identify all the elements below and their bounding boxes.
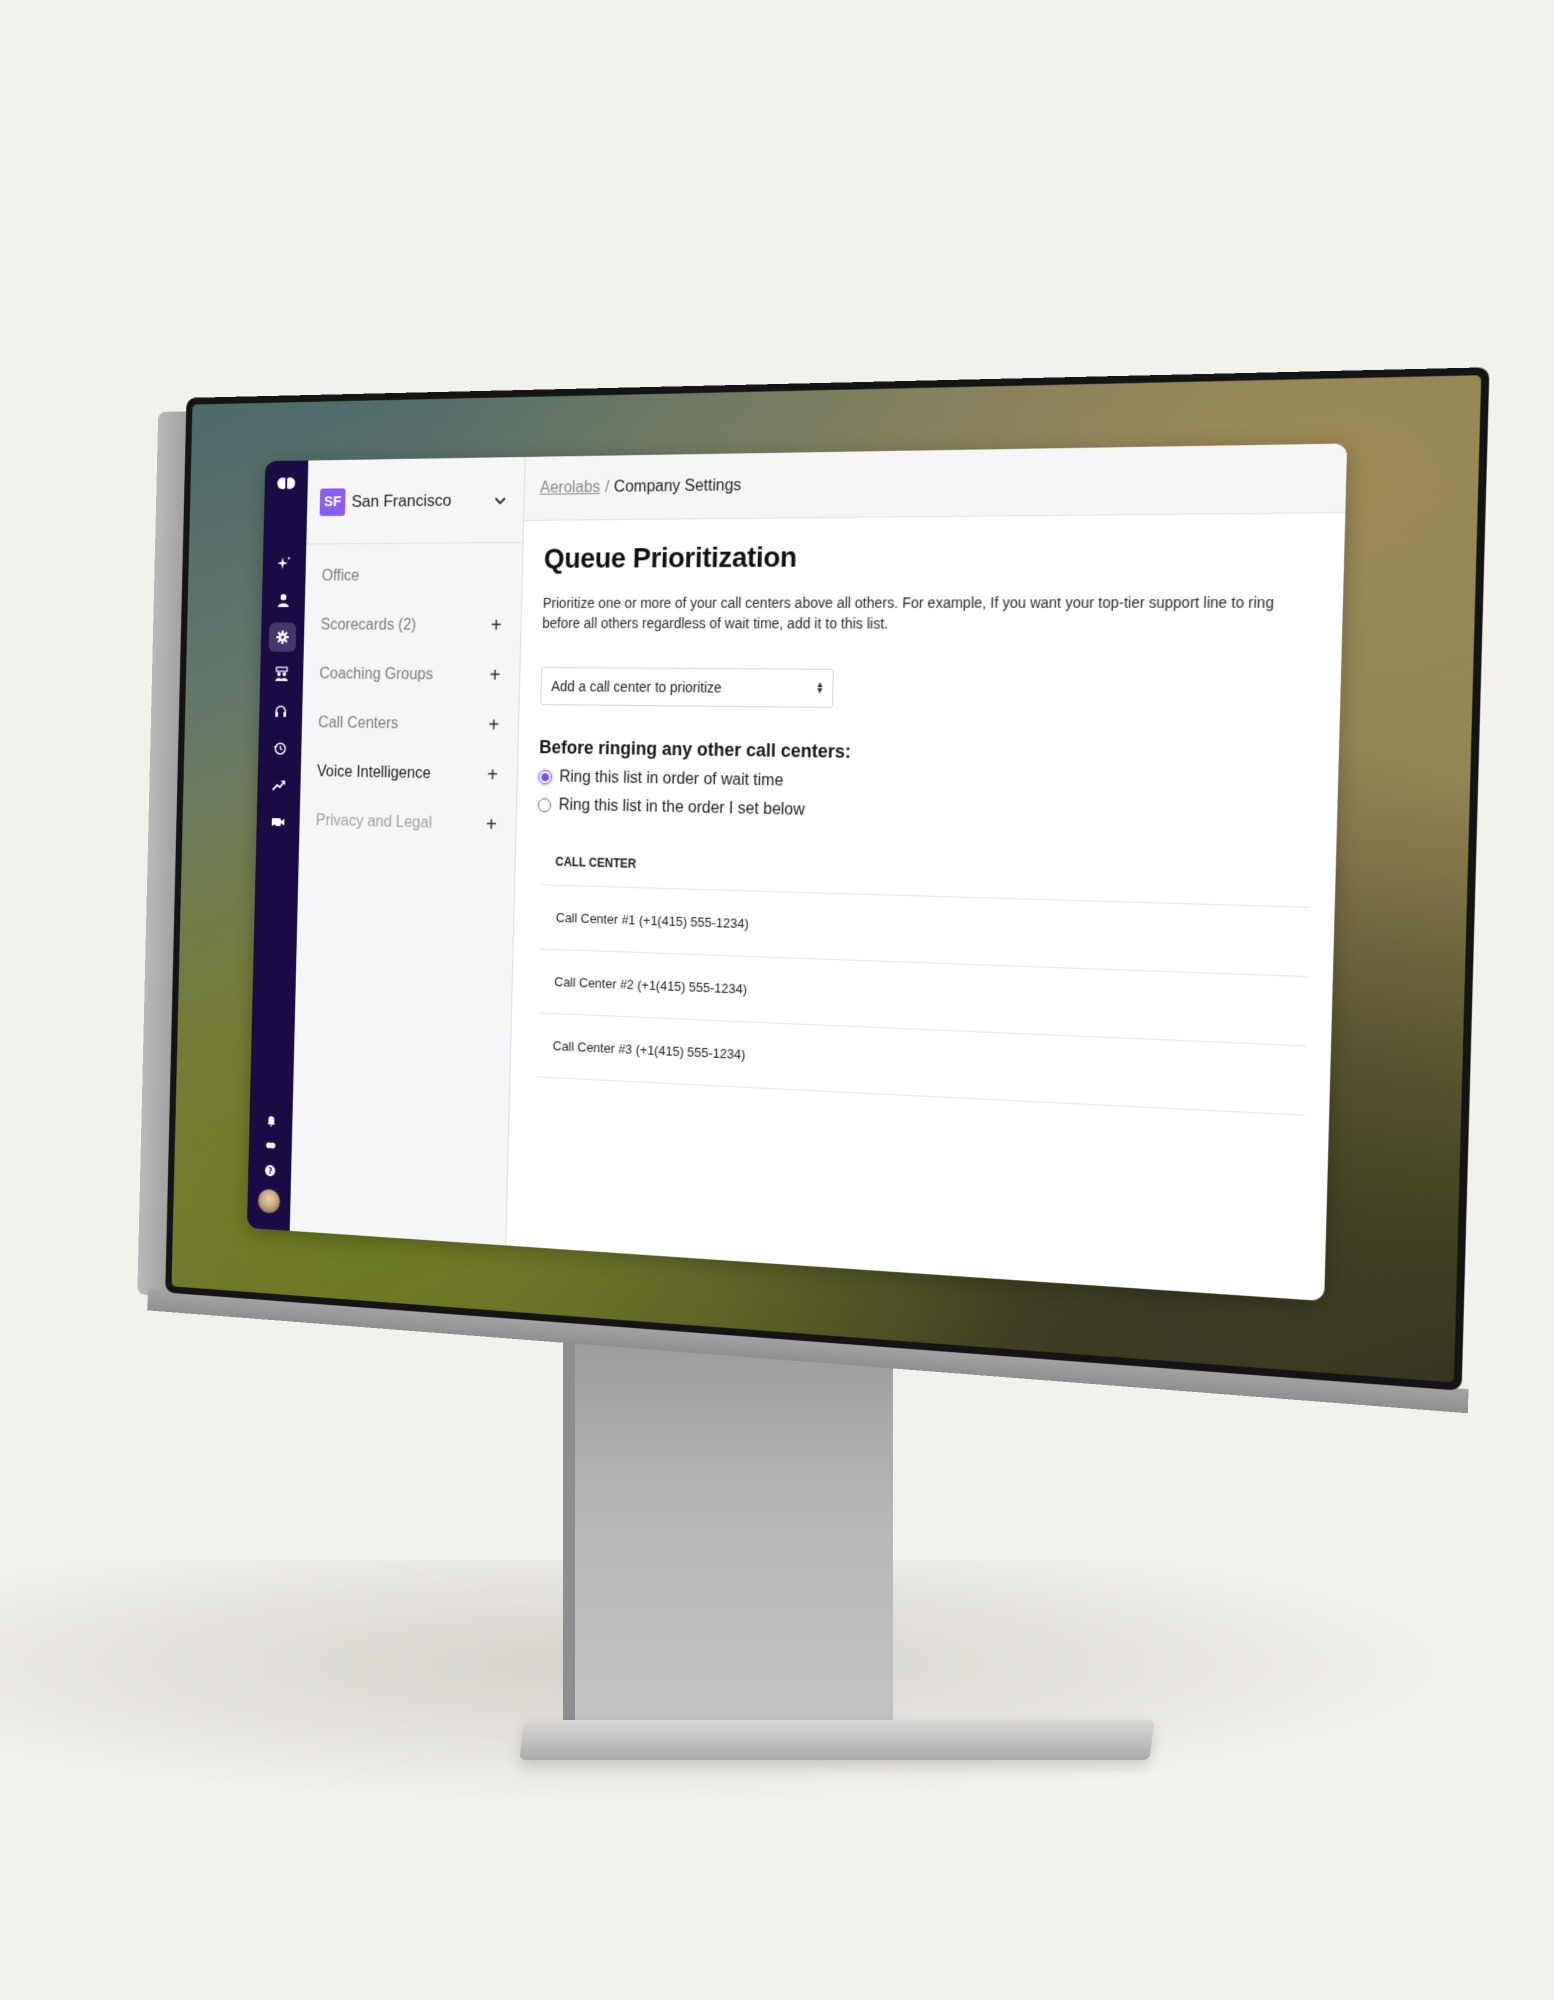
settings-nav: Office Scorecards (2) + Coaching Groups … (299, 543, 523, 851)
call-center-table: CALL CENTER Call Center #1 (+1(415) 555-… (531, 854, 1312, 1116)
page-title: Queue Prioritization (543, 540, 798, 574)
sidebar-item-coaching-groups[interactable]: Coaching Groups + (303, 650, 520, 701)
sidebar-item-label: Call Centers (318, 714, 399, 733)
radio-label: Ring this list in order of wait time (559, 768, 784, 790)
monitor-body: ? SF San Francisco Office Scorecards (2)… (137, 367, 1490, 1414)
plus-icon[interactable]: + (485, 664, 504, 687)
gear-icon[interactable] (268, 622, 297, 652)
sidebar-item-call-centers[interactable]: Call Centers + (301, 699, 518, 751)
help-icon[interactable]: ? (257, 1157, 283, 1184)
video-icon[interactable] (264, 807, 292, 837)
main-content: Aerolabs / Company Settings Queue Priori… (506, 443, 1348, 1302)
radio-button-checked[interactable] (538, 770, 552, 785)
sidebar-item-scorecards[interactable]: Scorecards (2) + (304, 601, 521, 651)
user-icon[interactable] (270, 586, 298, 615)
coaching-icon[interactable] (268, 660, 296, 689)
trend-icon[interactable] (265, 770, 293, 800)
radio-option-wait-time[interactable]: Ring this list in order of wait time (538, 768, 1313, 801)
plus-icon[interactable]: + (487, 614, 506, 637)
sidebar-item-voice-intelligence[interactable]: Voice Intelligence + (300, 748, 517, 801)
sparkles-icon[interactable] (271, 548, 299, 577)
monitor-bezel: ? SF San Francisco Office Scorecards (2)… (165, 367, 1490, 1391)
sidebar-item-label: Scorecards (2) (320, 616, 417, 634)
radio-button-unchecked[interactable] (537, 798, 552, 813)
monitor: ? SF San Francisco Office Scorecards (2)… (100, 367, 1490, 1414)
history-icon[interactable] (266, 733, 294, 763)
call-center-select[interactable]: Add a call center to prioritize ▴ ▾ (540, 667, 834, 709)
sidebar-item-privacy-and-legal[interactable]: Privacy and Legal + (299, 796, 516, 850)
org-badge: SF (319, 487, 346, 516)
radio-option-custom-order[interactable]: Ring this list in the order I set below (537, 796, 1313, 831)
app-window: ? SF San Francisco Office Scorecards (2)… (246, 443, 1348, 1302)
avatar[interactable] (257, 1187, 281, 1215)
app-logo-icon[interactable] (276, 476, 296, 491)
chevron-down-icon[interactable] (493, 493, 506, 507)
bell-icon[interactable] (258, 1106, 284, 1133)
sidebar-item-office[interactable]: Office (305, 551, 522, 601)
page-description: Prioritize one or more of your call cent… (542, 593, 1275, 632)
sidebar-item-label: Voice Intelligence (316, 763, 431, 783)
sidebar-item-label: Office (321, 567, 360, 585)
ring-order-title: Before ringing any other call centers: (539, 737, 852, 762)
plus-icon[interactable]: + (483, 764, 502, 787)
breadcrumb: Aerolabs / Company Settings (524, 443, 1348, 521)
sidebar-item-label: Privacy and Legal (315, 812, 433, 832)
select-arrows-icon: ▴ ▾ (817, 678, 823, 697)
headset-icon[interactable] (267, 696, 295, 726)
svg-text:?: ? (268, 1166, 273, 1175)
monitor-stand-neck (563, 1340, 893, 1740)
breadcrumb-parent-link[interactable]: Aerolabs (540, 478, 601, 497)
org-switcher[interactable]: SF San Francisco (306, 456, 525, 545)
monitor-stand-base (519, 1720, 1155, 1760)
sidebar-item-label: Coaching Groups (319, 665, 434, 684)
breadcrumb-current: Company Settings (613, 476, 742, 496)
org-name: San Francisco (351, 490, 452, 511)
plus-icon[interactable]: + (484, 714, 503, 737)
select-placeholder: Add a call center to prioritize (551, 678, 722, 696)
chat-icon[interactable] (258, 1132, 284, 1159)
settings-sidebar: SF San Francisco Office Scorecards (2) + (289, 456, 526, 1246)
desktop-wallpaper: ? SF San Francisco Office Scorecards (2)… (171, 375, 1482, 1383)
plus-icon[interactable]: + (482, 813, 501, 836)
page-body: Queue Prioritization Prioritize one or m… (510, 513, 1345, 1141)
breadcrumb-separator: / (604, 478, 610, 496)
radio-label: Ring this list in the order I set below (558, 796, 806, 819)
